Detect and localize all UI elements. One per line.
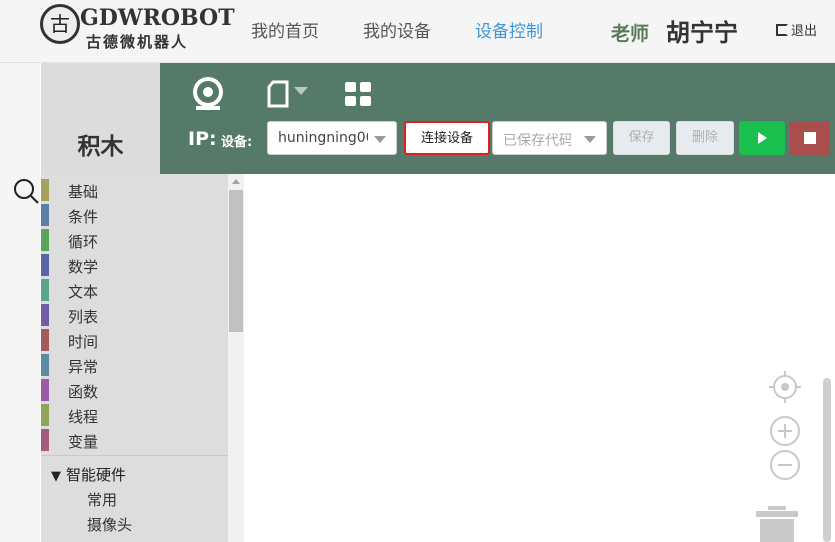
block-toolbox: 基础 条件 循环 数学 文本 列表 时间 异常 函数 线程 变量 ▼ 智能硬件 常… [41, 174, 228, 542]
category-lists[interactable]: 列表 [41, 304, 228, 326]
category-swatch [41, 179, 49, 201]
expand-triangle-icon: ▼ [51, 469, 61, 484]
logout-button[interactable]: 退出 [776, 20, 817, 39]
category-logic[interactable]: 条件 [41, 204, 228, 226]
left-gutter [0, 63, 40, 542]
logout-label: 退出 [791, 24, 818, 39]
category-label: 函数 [68, 383, 99, 401]
search-icon[interactable] [13, 178, 39, 204]
user-name: 胡宁宁 [666, 19, 738, 47]
category-label: 变量 [68, 433, 99, 451]
category-label: 文本 [68, 283, 99, 301]
toolbox-divider [41, 455, 228, 456]
webcam-icon[interactable] [191, 77, 225, 111]
category-swatch [41, 254, 49, 276]
control-toolbar: IP: 设备: huningning00 连接设备 已保存代码 保存 删除 [160, 63, 835, 174]
stop-icon [804, 132, 816, 144]
category-time[interactable]: 时间 [41, 329, 228, 351]
device-select[interactable]: huningning00 [267, 121, 397, 155]
category-label: 数学 [68, 258, 99, 276]
device-label: 设备: [221, 135, 253, 150]
category-functions[interactable]: 函数 [41, 379, 228, 401]
subcategory-camera[interactable]: 摄像头 [87, 514, 132, 535]
category-basic[interactable]: 基础 [41, 179, 228, 201]
chevron-down-icon [374, 136, 386, 143]
zoom-in-icon[interactable] [769, 415, 801, 447]
crosshair-icon[interactable] [769, 371, 801, 403]
ip-label: IP: [188, 128, 217, 150]
save-button[interactable]: 保存 [613, 121, 670, 155]
category-label: 循环 [68, 233, 99, 251]
device-select-value: huningning00 [278, 130, 368, 146]
category-smart-hardware[interactable]: ▼ 智能硬件 [51, 464, 126, 485]
scrollbar-thumb[interactable] [229, 190, 243, 332]
logout-icon [776, 24, 788, 36]
category-label: 线程 [68, 408, 99, 426]
category-swatch [41, 429, 49, 451]
workspace-scrollbar[interactable] [823, 378, 831, 542]
toolbox-scrollbar[interactable] [228, 174, 244, 542]
nav-devices[interactable]: 我的设备 [363, 17, 431, 42]
category-swatch [41, 379, 49, 401]
blocks-title: 积木 [41, 63, 160, 174]
block-workspace[interactable] [244, 174, 835, 542]
play-icon [758, 132, 767, 144]
category-swatch [41, 229, 49, 251]
connect-device-button[interactable]: 连接设备 [404, 121, 490, 155]
brand-logo[interactable]: 古 GDWROBOT 古德微机器人 [40, 4, 235, 54]
category-label: 基础 [68, 183, 99, 201]
stop-button[interactable] [790, 121, 830, 155]
trash-icon[interactable] [755, 506, 799, 542]
category-swatch [41, 404, 49, 426]
category-swatch [41, 304, 49, 326]
nav-home[interactable]: 我的首页 [251, 17, 319, 42]
user-role: 老师 [611, 23, 650, 45]
category-label: 列表 [68, 308, 99, 326]
nav-device-control[interactable]: 设备控制 [475, 17, 543, 42]
delete-button[interactable]: 删除 [676, 121, 734, 155]
category-exceptions[interactable]: 异常 [41, 354, 228, 376]
brand-name-en: GDWROBOT [80, 5, 235, 31]
logo-mark: 古 [40, 4, 80, 44]
file-icon[interactable] [266, 80, 290, 108]
category-math[interactable]: 数学 [41, 254, 228, 276]
category-label: 条件 [68, 208, 99, 226]
zoom-out-icon[interactable] [769, 449, 801, 481]
saved-code-select[interactable]: 已保存代码 [492, 121, 607, 155]
category-label: 异常 [68, 358, 99, 376]
brand-name-cn: 古德微机器人 [86, 33, 189, 51]
folder-label: 智能硬件 [66, 466, 127, 484]
saved-code-select-value: 已保存代码 [503, 133, 571, 149]
top-navbar: 古 GDWROBOT 古德微机器人 我的首页 我的设备 设备控制 老师 胡宁宁 … [0, 0, 835, 63]
category-threads[interactable]: 线程 [41, 404, 228, 426]
scroll-up-arrow-icon[interactable] [232, 179, 240, 184]
category-variables[interactable]: 变量 [41, 429, 228, 451]
category-loops[interactable]: 循环 [41, 229, 228, 251]
subcategory-common[interactable]: 常用 [87, 489, 117, 510]
chevron-down-icon [584, 136, 596, 143]
category-swatch [41, 354, 49, 376]
category-swatch [41, 329, 49, 351]
category-swatch [41, 279, 49, 301]
category-label: 时间 [68, 333, 99, 351]
run-button[interactable] [739, 121, 785, 155]
category-text[interactable]: 文本 [41, 279, 228, 301]
chevron-down-icon[interactable] [294, 87, 308, 95]
grid-icon[interactable] [345, 82, 372, 107]
category-swatch [41, 204, 49, 226]
